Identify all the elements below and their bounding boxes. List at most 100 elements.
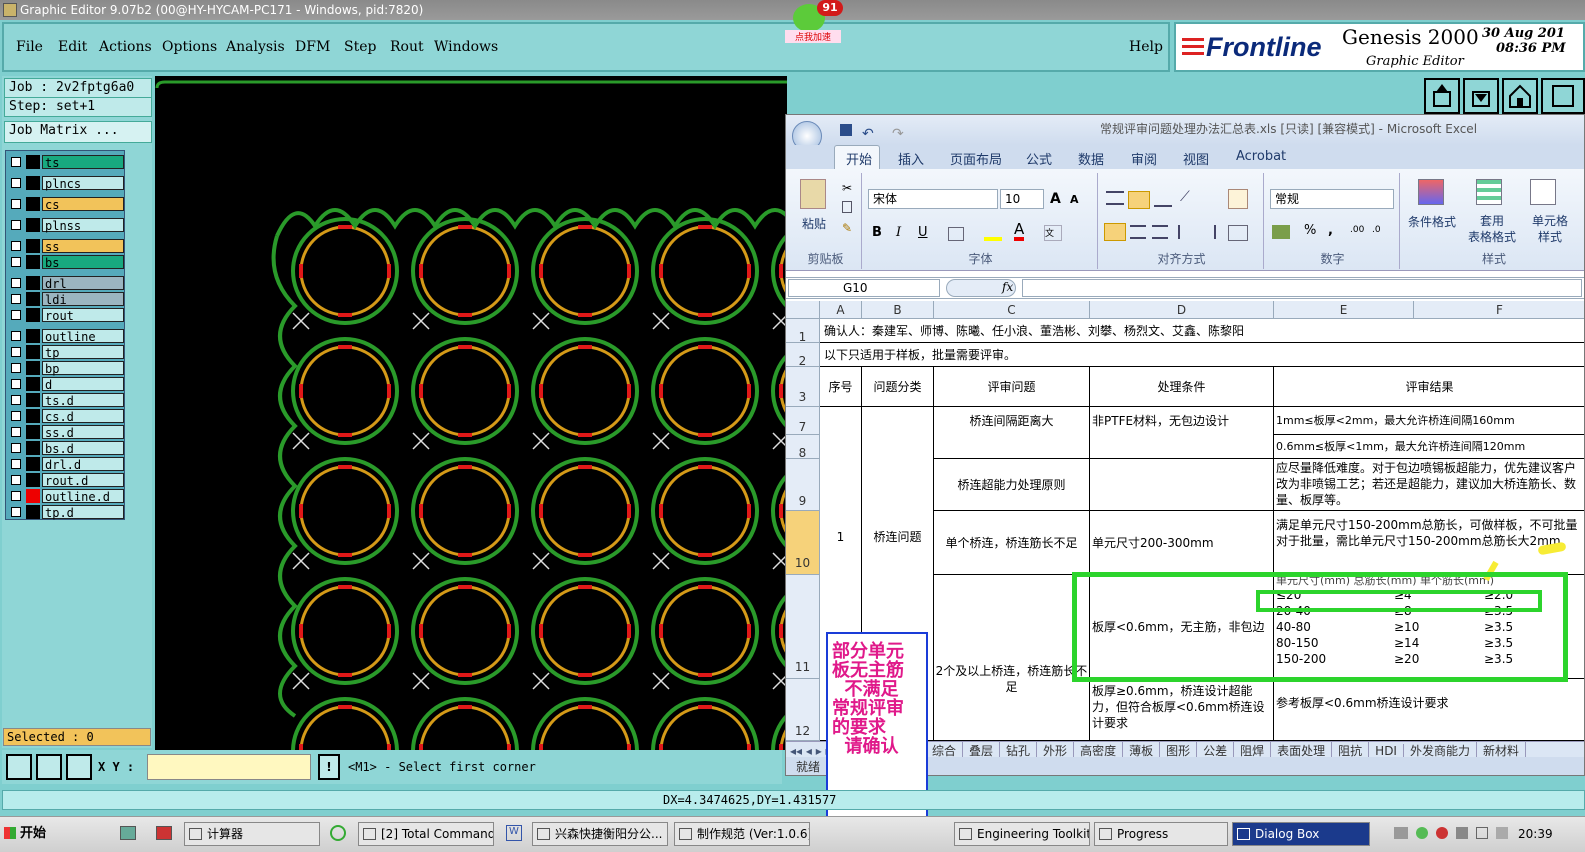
layer-checkbox[interactable] [11,379,21,389]
layer-row-drl-d[interactable]: drl.d [8,457,124,472]
layer-row-ts-d[interactable]: ts.d [8,393,124,408]
shrink-font-icon[interactable]: A [1070,193,1079,206]
layer-checkbox[interactable] [11,220,21,230]
xy-input[interactable] [147,754,311,780]
cell-r2-note[interactable]: 以下只适用于样板，批量需要评审。 [820,343,1584,367]
currency-icon[interactable] [1272,225,1290,239]
row-header-2[interactable]: 2 [786,343,820,368]
layer-name[interactable]: ts [42,155,124,170]
col-header-b[interactable]: B [862,301,934,319]
menu-dfm[interactable]: DFM [295,39,330,55]
formula-input[interactable] [1022,279,1582,297]
layer-name[interactable]: bp [42,361,124,376]
sheet-tab[interactable]: 图形 [1160,742,1198,757]
row-header-1[interactable]: 1 [786,319,820,344]
tray-speaker-icon[interactable] [1476,827,1488,839]
percent-icon[interactable]: % [1304,223,1316,238]
wrap-text-icon[interactable] [1228,189,1248,209]
cell-res12[interactable]: 参考板厚<0.6mm桥连设计要求 [1274,679,1584,741]
tab-formulas[interactable]: 公式 [1026,149,1052,168]
cell-styles-icon[interactable] [1530,179,1556,205]
layer-name[interactable]: ts.d [42,393,124,408]
layer-row-outline-d[interactable]: outline.d [8,489,124,504]
cell-res7[interactable]: 1mm≤板厚<2mm，最大允许桥连间隔160mm [1274,407,1584,435]
tray-flag-icon[interactable] [1496,827,1508,839]
format-painter-icon[interactable]: ✎ [842,221,852,235]
task-progress[interactable]: Progress [1094,822,1228,846]
layer-checkbox[interactable] [11,331,21,341]
home-icon[interactable] [1502,78,1538,114]
layer-checkbox[interactable] [11,199,21,209]
italic-icon[interactable]: I [896,225,901,240]
align-bottom-icon[interactable] [1154,195,1172,207]
layer-checkbox[interactable] [11,157,21,167]
layer-name[interactable]: plncs [42,176,124,191]
layer-checkbox[interactable] [11,178,21,188]
tab-insert[interactable]: 插入 [898,149,924,168]
layer-row-tp-d[interactable]: tp.d [8,505,124,520]
layer-name[interactable]: cs.d [42,409,124,424]
comma-icon[interactable]: , [1328,223,1333,238]
sheet-tab[interactable]: 外发商能力 [1404,742,1477,757]
sheet-tab[interactable]: 表面处理 [1271,742,1333,757]
col-header-d[interactable]: D [1090,301,1274,319]
font-name-select[interactable]: 宋体 [868,189,998,209]
align-center-icon[interactable] [1130,225,1146,239]
tab-page-layout[interactable]: 页面布局 [950,149,1002,168]
fill-color-icon[interactable] [984,225,1002,241]
cut-icon[interactable]: ✂ [842,181,852,195]
tray-shield-icon[interactable] [1436,827,1448,839]
layer-row-tp[interactable]: tp [8,345,124,360]
row-header-12[interactable]: 12 [786,679,820,741]
table-format-icon[interactable] [1476,179,1502,205]
redo-icon[interactable]: ↷ [892,120,904,148]
tab-acrobat[interactable]: Acrobat [1236,149,1286,164]
tab-home[interactable]: 开始 [846,149,872,168]
tray-device-icon[interactable] [1456,827,1468,839]
layer-name[interactable]: ss.d [42,425,124,440]
row-header-8[interactable]: 8 [786,435,820,460]
layer-checkbox[interactable] [11,278,21,288]
layer-row-ss[interactable]: ss [8,239,124,254]
zoom-fit-icon[interactable] [6,754,32,780]
layer-row-d[interactable]: d [8,377,124,392]
layer-name[interactable]: bs [42,255,124,270]
font-color-icon[interactable]: A [1014,221,1025,241]
alert-icon[interactable]: ! [318,754,340,780]
tray-keyboard-icon[interactable] [1394,827,1408,839]
decrease-decimal-icon[interactable]: .0 [1372,225,1381,235]
layer-checkbox[interactable] [11,395,21,405]
layer-checkbox[interactable] [11,310,21,320]
sheet-tab[interactable]: 新材料 [1477,742,1527,757]
cell-q4[interactable]: 2个及以上桥连，桥连筋长不足 [934,575,1090,741]
col-header-e[interactable]: E [1274,301,1414,319]
menu-actions[interactable]: Actions [99,39,152,55]
cell-hdr-category[interactable]: 问题分类 [862,367,934,407]
sheet-tab[interactable]: 公差 [1197,742,1235,757]
cell-q2[interactable]: 桥连超能力处理原则 [934,459,1090,511]
menu-options[interactable]: Options [162,39,217,55]
save-icon[interactable] [840,124,852,136]
undo-icon[interactable]: ↶ [862,120,874,148]
cell-q3[interactable]: 单个桥连，桥连筋长不足 [934,511,1090,575]
row-header-9[interactable]: 9 [786,459,820,511]
layer-name[interactable]: ldi [42,292,124,307]
layer-name[interactable]: cs [42,197,124,212]
layer-name[interactable]: drl [42,276,124,291]
col-header-f[interactable]: F [1414,301,1584,319]
sheet-tab[interactable]: 钻孔 [1000,742,1038,757]
task-xingsen[interactable]: 兴森快捷衡阳分公... [532,822,668,846]
align-right-icon[interactable] [1152,225,1168,239]
layer-checkbox[interactable] [11,241,21,251]
graphic-canvas[interactable] [155,76,787,750]
sheet-tab[interactable]: 阻抗 [1332,742,1370,757]
layer-checkbox[interactable] [11,411,21,421]
layer-name[interactable]: ss [42,239,124,254]
sheet-tab[interactable]: 高密度 [1074,742,1124,757]
job-matrix-button[interactable]: Job Matrix ... [4,121,152,143]
cell-hdr-question[interactable]: 评审问题 [934,367,1090,407]
col-header-a[interactable]: A [820,301,862,319]
download-icon[interactable] [1463,78,1499,114]
layer-row-drl[interactable]: drl [8,276,124,291]
layer-checkbox[interactable] [11,491,21,501]
